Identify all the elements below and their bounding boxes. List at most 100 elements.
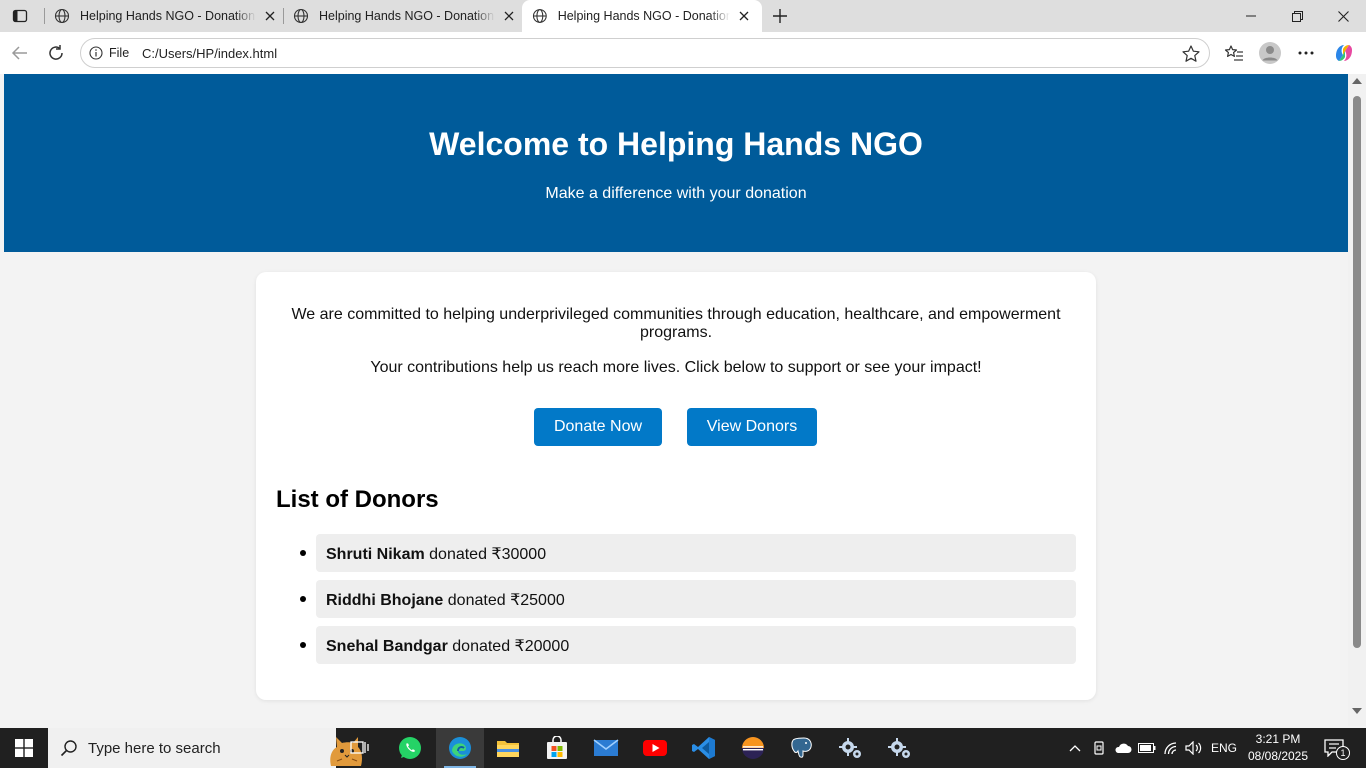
device-icon bbox=[1094, 741, 1104, 755]
windows-logo-icon bbox=[15, 739, 33, 757]
speaker-icon bbox=[1185, 741, 1202, 755]
tab-2[interactable]: Helping Hands NGO - Donation Page bbox=[283, 0, 527, 32]
settings-taskbar-button-2[interactable] bbox=[876, 728, 924, 768]
wifi-icon bbox=[1164, 742, 1177, 755]
donor-amount: donated ₹25000 bbox=[447, 592, 565, 609]
close-icon[interactable] bbox=[501, 8, 517, 24]
vscode-icon bbox=[692, 737, 715, 759]
restore-icon bbox=[1291, 10, 1303, 22]
minimize-button[interactable] bbox=[1228, 0, 1274, 32]
globe-icon bbox=[54, 8, 70, 24]
settings-taskbar-button[interactable] bbox=[827, 728, 875, 768]
tab-3-active[interactable]: Helping Hands NGO - Donation Page bbox=[522, 0, 762, 32]
search-placeholder: Type here to search bbox=[88, 740, 221, 757]
restore-button[interactable] bbox=[1274, 0, 1320, 32]
microsoft-store-taskbar-button[interactable] bbox=[533, 728, 581, 768]
file-explorer-taskbar-button[interactable] bbox=[484, 728, 532, 768]
store-bag-icon bbox=[547, 736, 567, 759]
tab-1[interactable]: Helping Hands NGO - Donation Page bbox=[44, 0, 288, 32]
donor-item: Riddhi Bhojane donated ₹25000 bbox=[300, 580, 1076, 618]
close-window-button[interactable] bbox=[1320, 0, 1366, 32]
donate-now-button[interactable]: Donate Now bbox=[534, 408, 662, 446]
refresh-button[interactable] bbox=[42, 39, 70, 67]
favorite-star-icon[interactable] bbox=[1181, 44, 1201, 64]
gear-icon bbox=[839, 738, 861, 758]
notifications-button[interactable]: 1 bbox=[1318, 728, 1350, 768]
donor-name: Snehal Bandgar bbox=[326, 638, 448, 655]
task-view-icon bbox=[350, 741, 369, 754]
show-hidden-icons-button[interactable] bbox=[1064, 728, 1086, 768]
search-icon bbox=[60, 740, 77, 757]
mail-taskbar-button[interactable] bbox=[582, 728, 630, 768]
scroll-down-arrow-icon[interactable] bbox=[1352, 708, 1362, 714]
input-language-indicator[interactable]: ENG bbox=[1208, 728, 1240, 768]
edge-taskbar-button[interactable] bbox=[436, 728, 484, 768]
task-view-button[interactable] bbox=[336, 728, 384, 768]
system-clock[interactable]: 3:21 PM 08/08/2025 bbox=[1244, 731, 1312, 765]
start-button[interactable] bbox=[0, 728, 48, 768]
call-to-action-text: Your contributions help us reach more li… bbox=[370, 359, 982, 376]
favorites-list-icon bbox=[1224, 45, 1243, 61]
page-viewport: Welcome to Helping Hands NGO Make a diff… bbox=[4, 74, 1348, 726]
chevron-up-icon bbox=[1069, 745, 1081, 752]
clock-time: 3:21 PM bbox=[1255, 732, 1301, 746]
copilot-icon bbox=[1336, 45, 1352, 61]
new-tab-button[interactable] bbox=[766, 4, 794, 28]
back-arrow-icon bbox=[11, 46, 27, 60]
clock-date: 08/08/2025 bbox=[1247, 749, 1309, 763]
youtube-taskbar-button[interactable] bbox=[631, 728, 679, 768]
copilot-button[interactable] bbox=[1330, 39, 1358, 67]
postgresql-taskbar-button[interactable] bbox=[778, 728, 826, 768]
minimize-icon bbox=[1246, 15, 1256, 17]
view-donors-button[interactable]: View Donors bbox=[687, 408, 817, 446]
url-text[interactable]: C:/Users/HP/index.html bbox=[142, 46, 277, 61]
donor-amount: donated ₹20000 bbox=[452, 638, 570, 655]
tray-device-icon-button[interactable] bbox=[1088, 728, 1110, 768]
address-bar[interactable]: File C:/Users/HP/index.html bbox=[80, 38, 1210, 68]
scroll-thumb[interactable] bbox=[1353, 96, 1361, 648]
more-menu-button[interactable] bbox=[1292, 39, 1320, 67]
close-icon[interactable] bbox=[262, 8, 278, 24]
donor-name: Shruti Nikam bbox=[326, 546, 425, 563]
favorites-button[interactable] bbox=[1220, 39, 1248, 67]
gear-icon bbox=[888, 738, 910, 758]
globe-icon bbox=[293, 8, 309, 24]
taskbar: Type here to search ENG 3:21 PM 08/08/20… bbox=[0, 728, 1366, 768]
vscode-taskbar-button[interactable] bbox=[680, 728, 728, 768]
page-title: Welcome to Helping Hands NGO bbox=[429, 126, 923, 162]
page-header-banner: Welcome to Helping Hands NGO Make a diff… bbox=[4, 74, 1348, 252]
network-button[interactable] bbox=[1160, 728, 1182, 768]
plus-icon bbox=[773, 9, 787, 23]
url-scheme-label: File bbox=[109, 46, 130, 60]
youtube-icon bbox=[643, 740, 667, 756]
battery-button[interactable] bbox=[1136, 728, 1158, 768]
onedrive-button[interactable] bbox=[1112, 728, 1134, 768]
tab-actions-icon[interactable] bbox=[6, 4, 34, 28]
page-subtitle: Make a difference with your donation bbox=[545, 185, 807, 202]
notification-count-badge: 1 bbox=[1336, 746, 1350, 760]
whatsapp-taskbar-button[interactable] bbox=[386, 728, 434, 768]
back-button[interactable] bbox=[6, 39, 34, 67]
scroll-up-arrow-icon[interactable] bbox=[1352, 78, 1362, 84]
eclipse-taskbar-button[interactable] bbox=[729, 728, 777, 768]
taskbar-search-box[interactable]: Type here to search bbox=[48, 728, 362, 768]
info-icon[interactable] bbox=[89, 46, 103, 60]
content-card: We are committed to helping underprivile… bbox=[256, 272, 1096, 700]
battery-icon bbox=[1138, 743, 1156, 753]
tab-title: Helping Hands NGO - Donation Page bbox=[557, 9, 731, 23]
edge-browser-icon bbox=[449, 737, 471, 759]
eclipse-icon bbox=[742, 737, 764, 759]
vertical-scrollbar[interactable] bbox=[1348, 74, 1366, 726]
donor-amount: donated ₹30000 bbox=[429, 546, 547, 563]
browser-toolbar: File C:/Users/HP/index.html bbox=[0, 32, 1366, 74]
donor-item: Snehal Bandgar donated ₹20000 bbox=[300, 626, 1076, 664]
tab-strip: Helping Hands NGO - Donation Page Helpin… bbox=[0, 0, 1366, 32]
close-icon[interactable] bbox=[736, 8, 752, 24]
donors-list-heading: List of Donors bbox=[276, 486, 439, 513]
volume-button[interactable] bbox=[1183, 728, 1205, 768]
folder-icon bbox=[497, 741, 519, 757]
profile-button[interactable] bbox=[1256, 39, 1284, 67]
globe-icon bbox=[532, 9, 547, 23]
more-dots-icon bbox=[1298, 51, 1314, 55]
avatar-icon bbox=[1259, 42, 1281, 64]
